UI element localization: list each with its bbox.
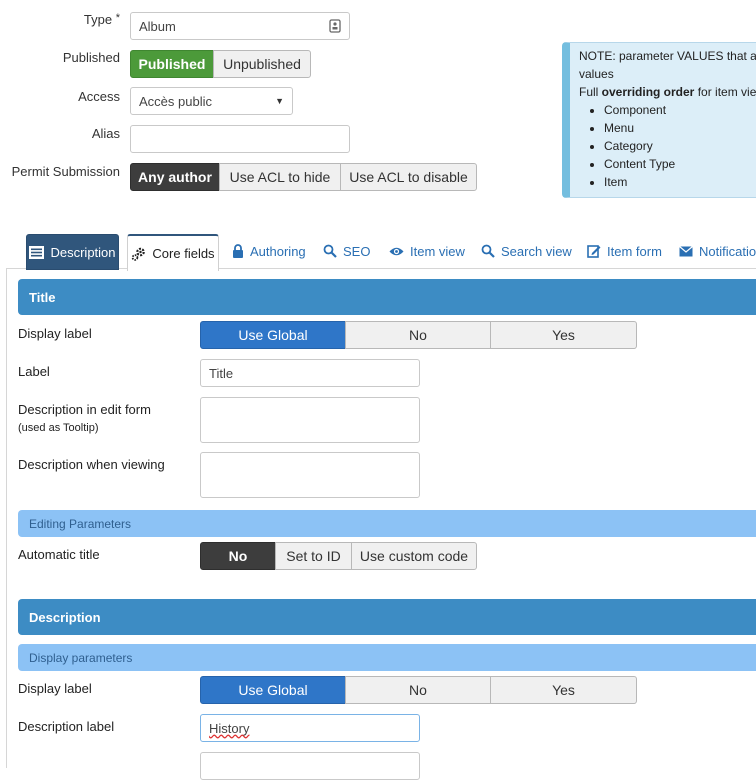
- list-icon: [29, 245, 45, 259]
- type-label: Type *: [83, 12, 120, 27]
- description-edit-textarea[interactable]: [200, 397, 420, 443]
- tab-item-form[interactable]: Item form: [587, 232, 662, 270]
- list-item: Category: [604, 137, 756, 155]
- tab-label: Authoring: [250, 243, 306, 259]
- access-label: Access: [78, 89, 120, 104]
- list-item: Item: [604, 173, 756, 191]
- unpublished-button[interactable]: Unpublished: [213, 50, 311, 78]
- list-item: Content Type: [604, 155, 756, 173]
- automatic-title-label: Automatic title: [18, 547, 100, 562]
- lock-icon: [233, 244, 243, 258]
- permit-submission-label: Permit Submission: [11, 164, 120, 179]
- list-item: Menu: [604, 119, 756, 137]
- next-input[interactable]: [200, 752, 420, 780]
- list-item: Component: [604, 101, 756, 119]
- tab-label: Search view: [501, 243, 572, 259]
- title-section-header: Title: [18, 279, 756, 315]
- alias-input[interactable]: [130, 125, 350, 153]
- description-label-input[interactable]: History: [200, 714, 420, 742]
- description-label-value: History: [209, 720, 250, 736]
- description-view-label: Description when viewing: [18, 457, 165, 472]
- tab-label: SEO: [343, 243, 371, 259]
- custom-code-button[interactable]: Use custom code: [351, 542, 477, 570]
- display-label-label: Display label: [18, 681, 92, 696]
- envelope-icon: [679, 245, 693, 256]
- description-label-label: Description label: [18, 719, 115, 734]
- gears-icon: [132, 247, 146, 261]
- tab-description[interactable]: Description: [26, 234, 119, 270]
- tab-label: Item form: [607, 243, 662, 259]
- tab-search-view[interactable]: Search view: [481, 232, 572, 270]
- no-button[interactable]: No: [345, 321, 491, 349]
- editing-parameters-header: Editing Parameters: [18, 510, 756, 537]
- acl-disable-button[interactable]: Use ACL to disable: [340, 163, 477, 191]
- tab-notification[interactable]: Notification: [679, 232, 756, 270]
- search-icon: [481, 244, 495, 258]
- label-input[interactable]: Title: [200, 359, 420, 387]
- published-label: Published: [62, 50, 120, 65]
- override-order-list: Component Menu Category Content Type Ite…: [579, 101, 756, 191]
- access-select[interactable]: Accès public ▼: [130, 87, 293, 115]
- tab-authoring[interactable]: Authoring: [232, 232, 306, 270]
- type-field[interactable]: Album: [130, 12, 350, 40]
- display-parameters-header: Display parameters: [18, 644, 756, 671]
- tab-label: Core fields: [152, 246, 215, 261]
- tab-bar: Description Core fields Authoring SEO It…: [0, 232, 756, 271]
- yes-button[interactable]: Yes: [490, 676, 637, 704]
- published-button[interactable]: Published: [130, 50, 214, 78]
- tab-core-fields[interactable]: Core fields: [127, 234, 219, 271]
- eye-icon: [389, 247, 404, 255]
- parameter-note: NOTE: parameter VALUES that a values Ful…: [562, 42, 756, 198]
- description-section-header: Description: [18, 599, 756, 635]
- yes-button[interactable]: Yes: [490, 321, 637, 349]
- type-value: Album: [139, 18, 176, 34]
- note-line-3: Full overriding order for item vie: [579, 85, 756, 99]
- note-line-2: values: [579, 67, 614, 81]
- tab-label: Description: [50, 244, 116, 260]
- edit-icon: [587, 245, 601, 258]
- label-field-label: Label: [18, 364, 50, 379]
- note-line-1: NOTE: parameter VALUES that a: [579, 49, 756, 63]
- description-view-textarea[interactable]: [200, 452, 420, 498]
- tab-seo[interactable]: SEO: [323, 232, 370, 270]
- use-global-button[interactable]: Use Global: [200, 676, 346, 704]
- acl-hide-button[interactable]: Use ACL to hide: [219, 163, 341, 191]
- access-value: Accès public: [139, 93, 212, 109]
- alias-label: Alias: [91, 126, 120, 141]
- dropdown-arrow-icon: ▼: [275, 96, 284, 106]
- description-edit-label: Description in edit form (used as Toolti…: [18, 402, 151, 434]
- tab-label: Item view: [410, 243, 465, 259]
- use-global-button[interactable]: Use Global: [200, 321, 346, 349]
- no-button[interactable]: No: [345, 676, 491, 704]
- set-to-id-button[interactable]: Set to ID: [275, 542, 352, 570]
- tab-item-view[interactable]: Item view: [389, 232, 465, 270]
- tab-label: Notification: [699, 243, 756, 259]
- id-card-icon: [329, 19, 341, 33]
- search-icon: [323, 244, 337, 258]
- any-author-button[interactable]: Any author: [130, 163, 220, 191]
- auto-title-no-button[interactable]: No: [200, 542, 276, 570]
- display-label-label: Display label: [18, 326, 92, 341]
